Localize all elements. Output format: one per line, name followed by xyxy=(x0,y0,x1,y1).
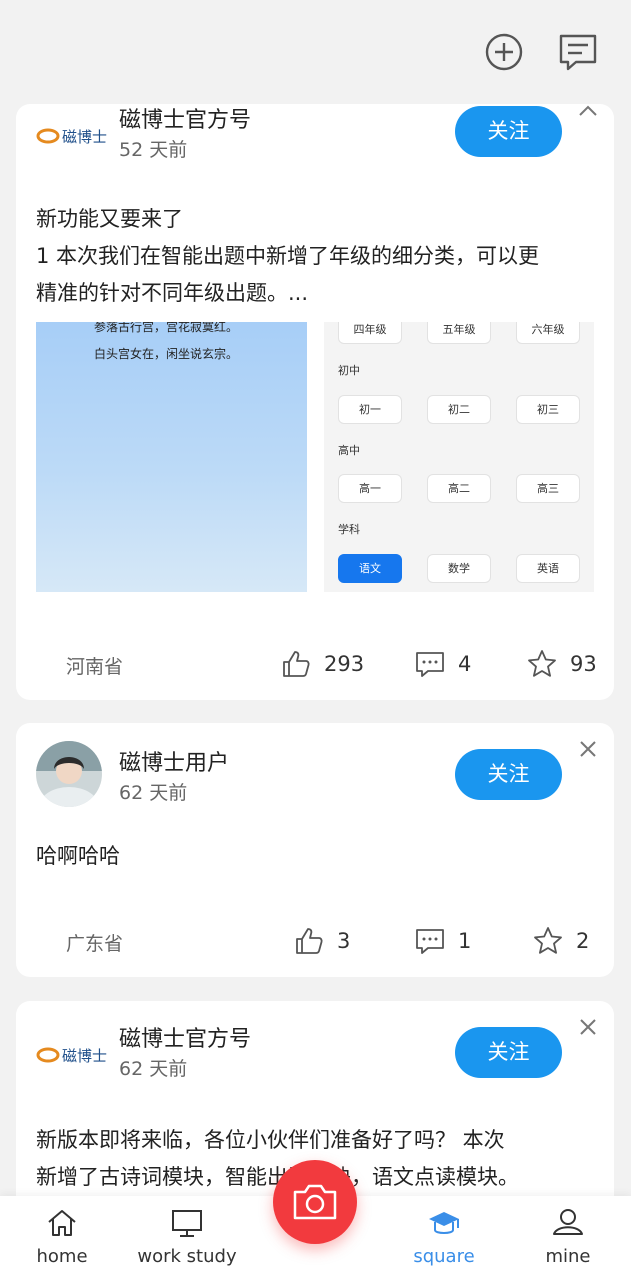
post-text-line: 哈啊哈哈 xyxy=(36,844,120,868)
like-count: 3 xyxy=(337,929,351,953)
comment-icon xyxy=(416,652,444,677)
logo-icon: 磁博士 xyxy=(36,1047,107,1065)
brand-logo: 磁博士 xyxy=(36,1035,108,1075)
tab-label: mine xyxy=(545,1246,591,1267)
author-name[interactable]: 磁博士官方号 xyxy=(119,1021,251,1053)
post-stats: 广东省 3 1 2 xyxy=(16,921,614,961)
comment-button[interactable]: 4 xyxy=(414,644,471,684)
grade-option: 六年级 xyxy=(516,322,580,344)
favorite-button[interactable]: 2 xyxy=(532,921,589,961)
top-bar xyxy=(0,0,631,104)
monitor-icon xyxy=(172,1210,202,1237)
camera-icon xyxy=(293,1184,337,1220)
poem-line: 白头宫女在，闲坐说玄宗。 xyxy=(94,347,239,361)
post-stats: 河南省 293 4 93 xyxy=(16,644,614,684)
grade-option: 初三 xyxy=(516,395,580,424)
post-text-line: 1 本次我们在智能出题中新增了年级的细分类，可以更 xyxy=(36,244,540,268)
grade-heading: 学科 xyxy=(338,523,360,536)
thumbs-up-icon xyxy=(283,651,310,677)
favorite-button[interactable]: 93 xyxy=(526,644,597,684)
like-button[interactable]: 3 xyxy=(293,921,350,961)
post-card[interactable]: 磁博士用户 62 天前 关注 哈啊哈哈 广东省 3 1 2 xyxy=(16,723,614,977)
grade-option: 初二 xyxy=(427,395,491,424)
tab-square[interactable]: square xyxy=(384,1206,504,1267)
follow-button[interactable]: 关注 xyxy=(455,1027,562,1078)
favorite-count: 2 xyxy=(576,929,590,953)
grade-option: 四年级 xyxy=(338,322,402,344)
svg-text:磁博士: 磁博士 xyxy=(62,1047,107,1065)
comment-button[interactable]: 1 xyxy=(414,921,471,961)
add-circle-icon[interactable] xyxy=(482,30,526,74)
grade-heading: 高中 xyxy=(338,444,360,457)
author-name[interactable]: 磁博士用户 xyxy=(119,745,229,777)
comment-count: 1 xyxy=(458,929,472,953)
grade-option: 初一 xyxy=(338,395,402,424)
post-text-line: 精准的针对不同年级出题。... xyxy=(36,281,309,305)
location-label: 河南省 xyxy=(66,656,124,678)
location-label: 广东省 xyxy=(66,933,124,955)
like-button[interactable]: 293 xyxy=(280,644,364,684)
close-icon[interactable] xyxy=(576,737,600,761)
camera-button[interactable] xyxy=(273,1160,357,1244)
graduation-cap-icon xyxy=(429,1212,459,1234)
grade-option-selected: 语文 xyxy=(338,554,402,583)
grade-heading: 初中 xyxy=(338,364,360,377)
post-text-line: 新功能又要来了 xyxy=(36,207,183,231)
grade-option: 五年级 xyxy=(427,322,491,344)
follow-button[interactable]: 关注 xyxy=(455,106,562,157)
svg-text:磁博士: 磁博士 xyxy=(62,128,107,146)
star-icon xyxy=(528,650,556,677)
user-avatar-icon xyxy=(36,741,102,807)
grade-option: 数学 xyxy=(427,554,491,583)
tab-work-study[interactable]: work study xyxy=(127,1206,247,1267)
tab-home[interactable]: home xyxy=(2,1206,122,1267)
post-time: 62 天前 xyxy=(119,1058,188,1080)
home-icon xyxy=(48,1210,76,1236)
post-time: 52 天前 xyxy=(119,139,188,161)
post-text[interactable]: 新功能又要来了 1 本次我们在智能出题中新增了年级的细分类，可以更 精准的针对不… xyxy=(36,201,601,312)
message-icon[interactable] xyxy=(556,30,600,74)
post-text-line: 新版本即将来临，各位小伙伴们准备好了吗？ 本次 xyxy=(36,1128,505,1152)
star-icon xyxy=(534,927,562,954)
user-icon xyxy=(553,1209,583,1235)
post-image-grades[interactable]: 四年级 五年级 六年级 初中 初一 初二 初三 高中 高一 高二 高三 学科 语… xyxy=(324,322,594,592)
poem-line: 参落古行宫，宫花寂寞红。 xyxy=(94,322,239,334)
avatar[interactable] xyxy=(36,741,102,807)
tab-mine[interactable]: mine xyxy=(508,1206,628,1267)
post-image-poem[interactable]: 参落古行宫，宫花寂寞红。 白头宫女在，闲坐说玄宗。 xyxy=(36,322,307,592)
grade-option: 高二 xyxy=(427,474,491,503)
close-icon[interactable] xyxy=(576,1015,600,1039)
brand-logo: 磁博士 xyxy=(36,116,108,156)
favorite-count: 93 xyxy=(570,652,597,676)
thumbs-up-icon xyxy=(296,928,323,954)
logo-icon: 磁博士 xyxy=(36,128,107,146)
grade-option: 高一 xyxy=(338,474,402,503)
comment-count: 4 xyxy=(458,652,472,676)
grade-option: 英语 xyxy=(516,554,580,583)
post-time: 62 天前 xyxy=(119,782,188,804)
post-card[interactable]: 磁博士 磁博士官方号 52 天前 关注 新功能又要来了 1 本次我们在智能出题中… xyxy=(16,104,614,700)
tab-label: work study xyxy=(137,1246,237,1267)
follow-button[interactable]: 关注 xyxy=(455,749,562,800)
tab-label: square xyxy=(413,1246,475,1267)
like-count: 293 xyxy=(324,652,365,676)
tab-label: home xyxy=(36,1246,88,1267)
grade-option: 高三 xyxy=(516,474,580,503)
comment-icon xyxy=(416,929,444,954)
chevron-up-icon[interactable] xyxy=(576,104,600,124)
post-text[interactable]: 哈啊哈哈 xyxy=(36,838,601,875)
author-name[interactable]: 磁博士官方号 xyxy=(119,104,251,134)
